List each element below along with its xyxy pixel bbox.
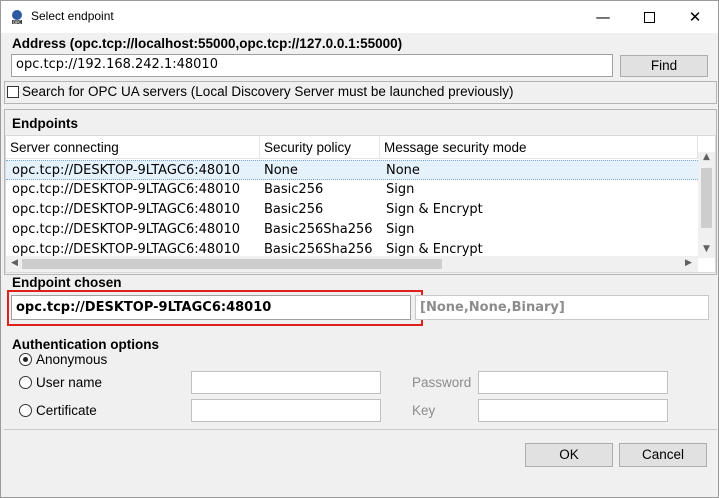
maximize-button[interactable]	[626, 1, 672, 33]
anonymous-label: Anonymous	[36, 352, 108, 367]
cell-policy: Basic256Sha256	[264, 242, 373, 256]
cell-mode: Sign & Encrypt	[386, 202, 483, 217]
maximize-icon	[643, 12, 655, 23]
username-label: User name	[36, 375, 103, 390]
vertical-scrollbar[interactable]: ▲ ▼	[698, 152, 715, 258]
column-header-server[interactable]: Server connecting	[6, 136, 260, 159]
search-checkbox[interactable]	[7, 86, 19, 98]
find-button[interactable]: Find	[620, 55, 708, 77]
footer-divider	[4, 429, 717, 430]
minimize-icon: —	[595, 8, 611, 26]
opc-app-icon: OPC	[12, 10, 22, 25]
ok-button[interactable]: OK	[525, 443, 613, 467]
scroll-left-icon[interactable]: ◀	[6, 258, 23, 268]
endpoint-chosen-label: Endpoint chosen	[12, 275, 122, 290]
address-label: Address (opc.tcp://localhost:55000,opc.t…	[12, 36, 403, 51]
username-radio[interactable]	[19, 376, 32, 389]
certificate-radio[interactable]	[19, 404, 32, 417]
cell-mode: Sign	[386, 182, 415, 197]
endpoint-details-field: [None,None,Binary]	[415, 295, 709, 320]
password-label: Password	[412, 375, 472, 390]
endpoints-label: Endpoints	[12, 116, 78, 131]
cell-server: opc.tcp://DESKTOP-9LTAGC6:48010	[12, 202, 241, 217]
table-row[interactable]: opc.tcp://DESKTOP-9LTAGC6:48010 Basic256…	[6, 200, 698, 220]
window-title: Select endpoint	[31, 9, 114, 23]
cell-mode: None	[386, 163, 420, 178]
table-row[interactable]: opc.tcp://DESKTOP-9LTAGC6:48010 Basic256…	[6, 180, 698, 200]
search-label: Search for OPC UA servers (Local Discove…	[22, 84, 514, 99]
authentication-label: Authentication options	[12, 337, 159, 352]
cell-server: opc.tcp://DESKTOP-9LTAGC6:48010	[12, 222, 241, 237]
cell-policy: None	[264, 163, 298, 178]
table-row[interactable]: opc.tcp://DESKTOP-9LTAGC6:48010 None Non…	[6, 160, 698, 180]
cell-mode: Sign & Encrypt	[386, 242, 483, 256]
svg-text:OPC: OPC	[13, 20, 22, 25]
cell-server: opc.tcp://DESKTOP-9LTAGC6:48010	[12, 242, 241, 256]
username-input[interactable]	[191, 371, 381, 394]
cell-policy: Basic256	[264, 182, 324, 197]
cell-mode: Sign	[386, 222, 415, 237]
certificate-input[interactable]	[191, 399, 381, 422]
column-header-policy[interactable]: Security policy	[260, 136, 380, 159]
key-label: Key	[412, 403, 436, 418]
minimize-button[interactable]: —	[580, 1, 626, 33]
table-row[interactable]: opc.tcp://DESKTOP-9LTAGC6:48010 Basic256…	[6, 240, 698, 256]
scroll-down-icon[interactable]: ▼	[698, 244, 715, 254]
vertical-scroll-thumb[interactable]	[701, 168, 712, 228]
address-input[interactable]: opc.tcp://192.168.242.1:48010	[11, 54, 613, 77]
scroll-up-icon[interactable]: ▲	[698, 152, 715, 162]
certificate-label: Certificate	[36, 403, 97, 418]
cell-policy: Basic256Sha256	[264, 222, 373, 237]
close-icon: ✕	[688, 8, 702, 26]
scroll-right-icon[interactable]: ▶	[680, 258, 697, 268]
close-button[interactable]: ✕	[672, 1, 718, 33]
password-input[interactable]	[478, 371, 668, 394]
table-row[interactable]: opc.tcp://DESKTOP-9LTAGC6:48010 Basic256…	[6, 220, 698, 240]
endpoint-chosen-field[interactable]: opc.tcp://DESKTOP-9LTAGC6:48010	[11, 295, 411, 320]
title-bar: OPC Select endpoint — ✕	[1, 1, 718, 33]
endpoints-table: Server connecting Security policy Messag…	[5, 135, 716, 273]
column-header-mode[interactable]: Message security mode	[380, 136, 698, 159]
select-endpoint-dialog: OPC Select endpoint — ✕ Address (opc.tcp…	[0, 0, 719, 498]
cell-server: opc.tcp://DESKTOP-9LTAGC6:48010	[12, 163, 241, 178]
horizontal-scrollbar[interactable]: ◀ ▶	[6, 256, 698, 272]
cell-policy: Basic256	[264, 202, 324, 217]
key-input[interactable]	[478, 399, 668, 422]
cell-server: opc.tcp://DESKTOP-9LTAGC6:48010	[12, 182, 241, 197]
cancel-button[interactable]: Cancel	[619, 443, 707, 467]
horizontal-scroll-thumb[interactable]	[22, 259, 442, 269]
anonymous-radio[interactable]	[19, 353, 32, 366]
